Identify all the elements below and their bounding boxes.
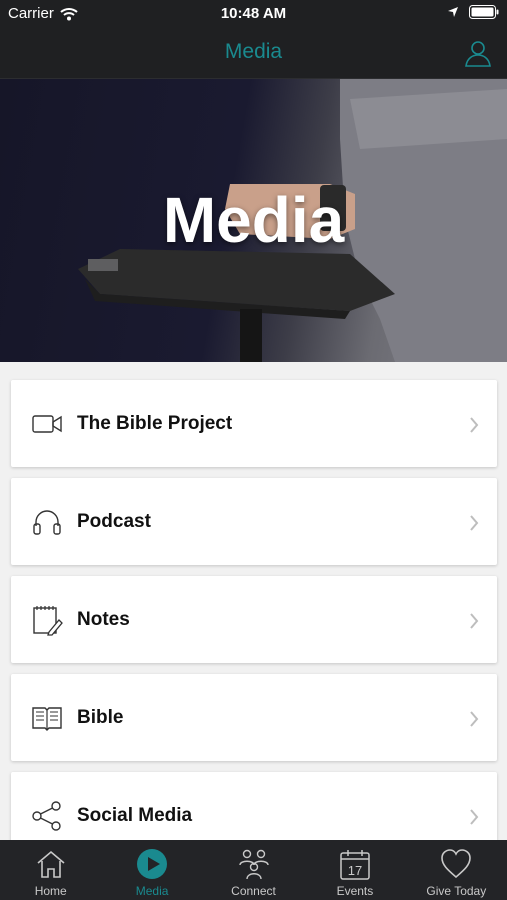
tab-give-today[interactable]: Give Today <box>406 840 507 900</box>
menu-item-the-bible-project[interactable]: The Bible Project <box>11 380 497 467</box>
chevron-right-icon <box>470 809 479 825</box>
chevron-right-icon <box>470 515 479 531</box>
location-arrow-icon <box>448 7 458 17</box>
tab-media[interactable]: Media <box>101 840 202 900</box>
tab-label: Home <box>34 884 67 898</box>
menu-item-podcast[interactable]: Podcast <box>11 478 497 565</box>
menu-item-label: Bible <box>77 707 124 728</box>
play-icon <box>137 849 168 879</box>
calendar-icon: 17 <box>340 850 370 880</box>
page-title: Media <box>224 40 283 63</box>
heart-icon <box>441 849 472 879</box>
notepad-icon <box>33 606 63 636</box>
tab-label: Events <box>336 884 374 898</box>
hero-banner: Media <box>0 79 507 362</box>
battery-icon <box>469 5 499 19</box>
status-bar: Carrier 10:48 AM <box>0 0 507 28</box>
calendar-day: 17 <box>348 863 362 878</box>
bottom-tab-bar: Home Media Connect 17 Events Give Today <box>0 840 507 900</box>
navigation-bar: Media <box>0 28 507 79</box>
menu-item-label: Podcast <box>77 511 151 532</box>
tab-label: Give Today <box>426 884 487 898</box>
status-time: 10:48 AM <box>220 5 287 22</box>
chevron-right-icon <box>470 417 479 433</box>
tab-events[interactable]: 17 Events <box>304 840 405 900</box>
tab-connect[interactable]: Connect <box>203 840 304 900</box>
status-right <box>447 5 499 19</box>
profile-button[interactable] <box>463 38 493 68</box>
video-camera-icon <box>32 415 62 433</box>
hero-title: Media <box>162 184 345 256</box>
menu-item-label: Notes <box>77 609 130 630</box>
tab-label: Media <box>135 884 169 898</box>
people-icon <box>238 849 269 880</box>
share-icon <box>32 801 61 831</box>
headphones-icon <box>33 510 61 535</box>
chevron-right-icon <box>470 613 479 629</box>
tab-home[interactable]: Home <box>0 840 101 900</box>
person-icon <box>465 41 491 67</box>
menu-item-label: Social Media <box>77 805 193 826</box>
menu-item-notes[interactable]: Notes <box>11 576 497 663</box>
tab-label: Connect <box>231 884 276 898</box>
media-menu-list: The Bible Project Podcast Notes Bible So… <box>11 380 497 870</box>
home-icon <box>37 850 65 878</box>
menu-item-bible[interactable]: Bible <box>11 674 497 761</box>
menu-item-label: The Bible Project <box>77 413 233 434</box>
chevron-right-icon <box>470 711 479 727</box>
book-icon <box>32 707 62 731</box>
